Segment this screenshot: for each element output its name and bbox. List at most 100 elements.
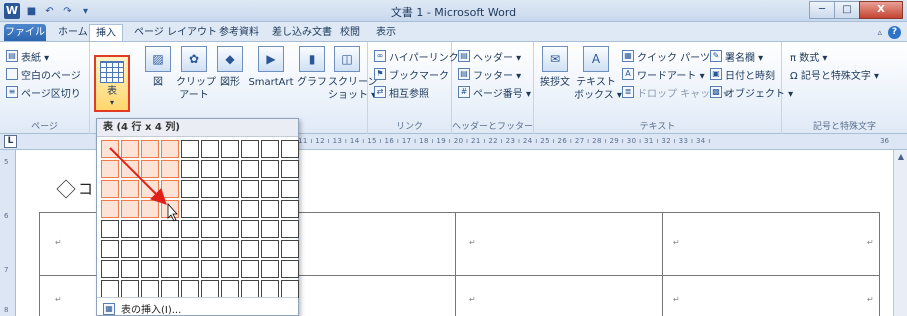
table-grid-cell[interactable] (121, 280, 139, 298)
table-grid-cell[interactable] (281, 220, 299, 238)
tab-file[interactable]: ファイル (4, 24, 46, 42)
table-grid-cell[interactable] (141, 200, 159, 218)
hyperlink-button[interactable]: ∞ ハイパーリンク (374, 48, 459, 64)
document-heading[interactable]: コ (56, 178, 93, 199)
table-grid-cell[interactable] (181, 160, 199, 178)
smartart-button[interactable]: ▶ SmartArt (248, 46, 294, 89)
table-grid-cell[interactable] (181, 260, 199, 278)
tab-insert[interactable]: 挿入 (89, 24, 123, 42)
table-grid-cell[interactable] (201, 220, 219, 238)
table-grid-cell[interactable] (281, 160, 299, 178)
table-grid-cell[interactable] (161, 180, 179, 198)
table-grid-cell[interactable] (121, 260, 139, 278)
table-grid-cell[interactable] (281, 260, 299, 278)
table-grid-cell[interactable] (221, 260, 239, 278)
table-grid-cell[interactable] (141, 240, 159, 258)
table-grid-cell[interactable] (121, 180, 139, 198)
table-grid-cell[interactable] (201, 180, 219, 198)
table-grid-cell[interactable] (281, 240, 299, 258)
tab-page-layout[interactable]: ページ レイアウト (128, 24, 223, 42)
table-grid-cell[interactable] (101, 160, 119, 178)
table-grid-cell[interactable] (181, 240, 199, 258)
table-grid-cell[interactable] (281, 200, 299, 218)
table-grid-cell[interactable] (101, 220, 119, 238)
table-grid-cell[interactable] (161, 280, 179, 298)
table-grid-cell[interactable] (201, 240, 219, 258)
table-grid-cell[interactable] (201, 140, 219, 158)
table-grid-cell[interactable] (141, 280, 159, 298)
clip-art-button[interactable]: ✿ クリップ アート (176, 46, 216, 102)
table-grid-cell[interactable] (261, 220, 279, 238)
tab-home[interactable]: ホーム (52, 24, 94, 42)
table-grid-cell[interactable] (121, 240, 139, 258)
table-grid-cell[interactable] (241, 240, 259, 258)
table-grid-cell[interactable] (141, 220, 159, 238)
table-grid-cell[interactable] (261, 140, 279, 158)
table-grid-cell[interactable] (181, 200, 199, 218)
table-grid-cell[interactable] (261, 200, 279, 218)
bookmark-button[interactable]: ⚑ ブックマーク (374, 66, 449, 82)
help-icon[interactable]: ? (888, 26, 901, 39)
greeting-button[interactable]: ✉ 挨拶文 (538, 46, 572, 89)
table-grid-cell[interactable] (281, 280, 299, 298)
table-grid-cell[interactable] (181, 140, 199, 158)
table-grid-cell[interactable] (121, 160, 139, 178)
maximize-button[interactable]: □ (834, 1, 860, 19)
screenshot-button[interactable]: ◫ スクリーン ショット ▾ (328, 46, 378, 102)
table-grid-cell[interactable] (241, 260, 259, 278)
table-grid-cell[interactable] (261, 260, 279, 278)
table-grid-cell[interactable] (221, 140, 239, 158)
table-grid-cell[interactable] (261, 280, 279, 298)
table-grid-cell[interactable] (101, 180, 119, 198)
date-time-button[interactable]: ▣ 日付と時刻 (710, 66, 775, 82)
close-button[interactable]: X (859, 1, 903, 19)
table-grid-cell[interactable] (161, 140, 179, 158)
table-grid-cell[interactable] (261, 240, 279, 258)
table-grid-cell[interactable] (241, 140, 259, 158)
cross-reference-button[interactable]: ⇄ 相互参照 (374, 84, 429, 100)
table-grid-cell[interactable] (121, 200, 139, 218)
quick-parts-button[interactable]: ▦ クイック パーツ ▾ (622, 48, 718, 64)
table-grid-cell[interactable] (281, 140, 299, 158)
table-grid-cell[interactable] (281, 180, 299, 198)
textbox-button[interactable]: A テキスト ボックス ▾ (574, 46, 622, 102)
object-button[interactable]: ▩ オブジェクト ▾ (710, 84, 793, 100)
picture-button[interactable]: ▨ 図 (140, 46, 176, 89)
equation-button[interactable]: π 数式 ▾ (790, 48, 827, 64)
table-grid-cell[interactable] (141, 140, 159, 158)
table-grid-cell[interactable] (241, 280, 259, 298)
shapes-button[interactable]: ◆ 図形 (212, 46, 248, 89)
footer-button[interactable]: ▤ フッター ▾ (458, 66, 521, 82)
tab-mailings[interactable]: 差し込み文書 (266, 24, 338, 42)
table-grid-cell[interactable] (221, 160, 239, 178)
tab-selector[interactable]: L (4, 135, 17, 148)
page-number-button[interactable]: # ページ番号 ▾ (458, 84, 531, 100)
tab-review[interactable]: 校閲 (334, 24, 366, 42)
header-button[interactable]: ▤ ヘッダー ▾ (458, 48, 521, 64)
table-grid-cell[interactable] (201, 160, 219, 178)
table-grid-cell[interactable] (141, 180, 159, 198)
scroll-up-icon[interactable]: ▲ (894, 150, 907, 164)
table-grid-cell[interactable] (221, 200, 239, 218)
tab-references[interactable]: 参考資料 (213, 24, 265, 42)
table-grid-cell[interactable] (201, 280, 219, 298)
table-grid-cell[interactable] (181, 180, 199, 198)
minimize-button[interactable]: ─ (809, 1, 835, 19)
wordart-button[interactable]: A ワードアート ▾ (622, 66, 705, 82)
table-grid-cell[interactable] (221, 180, 239, 198)
table-grid-cell[interactable] (241, 220, 259, 238)
tab-view[interactable]: 表示 (370, 24, 402, 42)
table-grid-cell[interactable] (101, 140, 119, 158)
table-grid-cell[interactable] (241, 160, 259, 178)
table-grid-cell[interactable] (181, 220, 199, 238)
table-grid-cell[interactable] (221, 220, 239, 238)
table-grid-cell[interactable] (121, 140, 139, 158)
page-break-button[interactable]: ≡ ページ区切り (6, 84, 81, 100)
table-grid-cell[interactable] (261, 160, 279, 178)
cover-page-button[interactable]: ▤ 表紙 ▾ (6, 48, 49, 64)
insert-table-menu-item[interactable]: ▦ 表の挿入(I)... (103, 301, 181, 316)
chart-button[interactable]: ▮ グラフ (294, 46, 330, 89)
table-grid-cell[interactable] (101, 260, 119, 278)
table-grid-cell[interactable] (201, 200, 219, 218)
table-grid-cell[interactable] (241, 200, 259, 218)
